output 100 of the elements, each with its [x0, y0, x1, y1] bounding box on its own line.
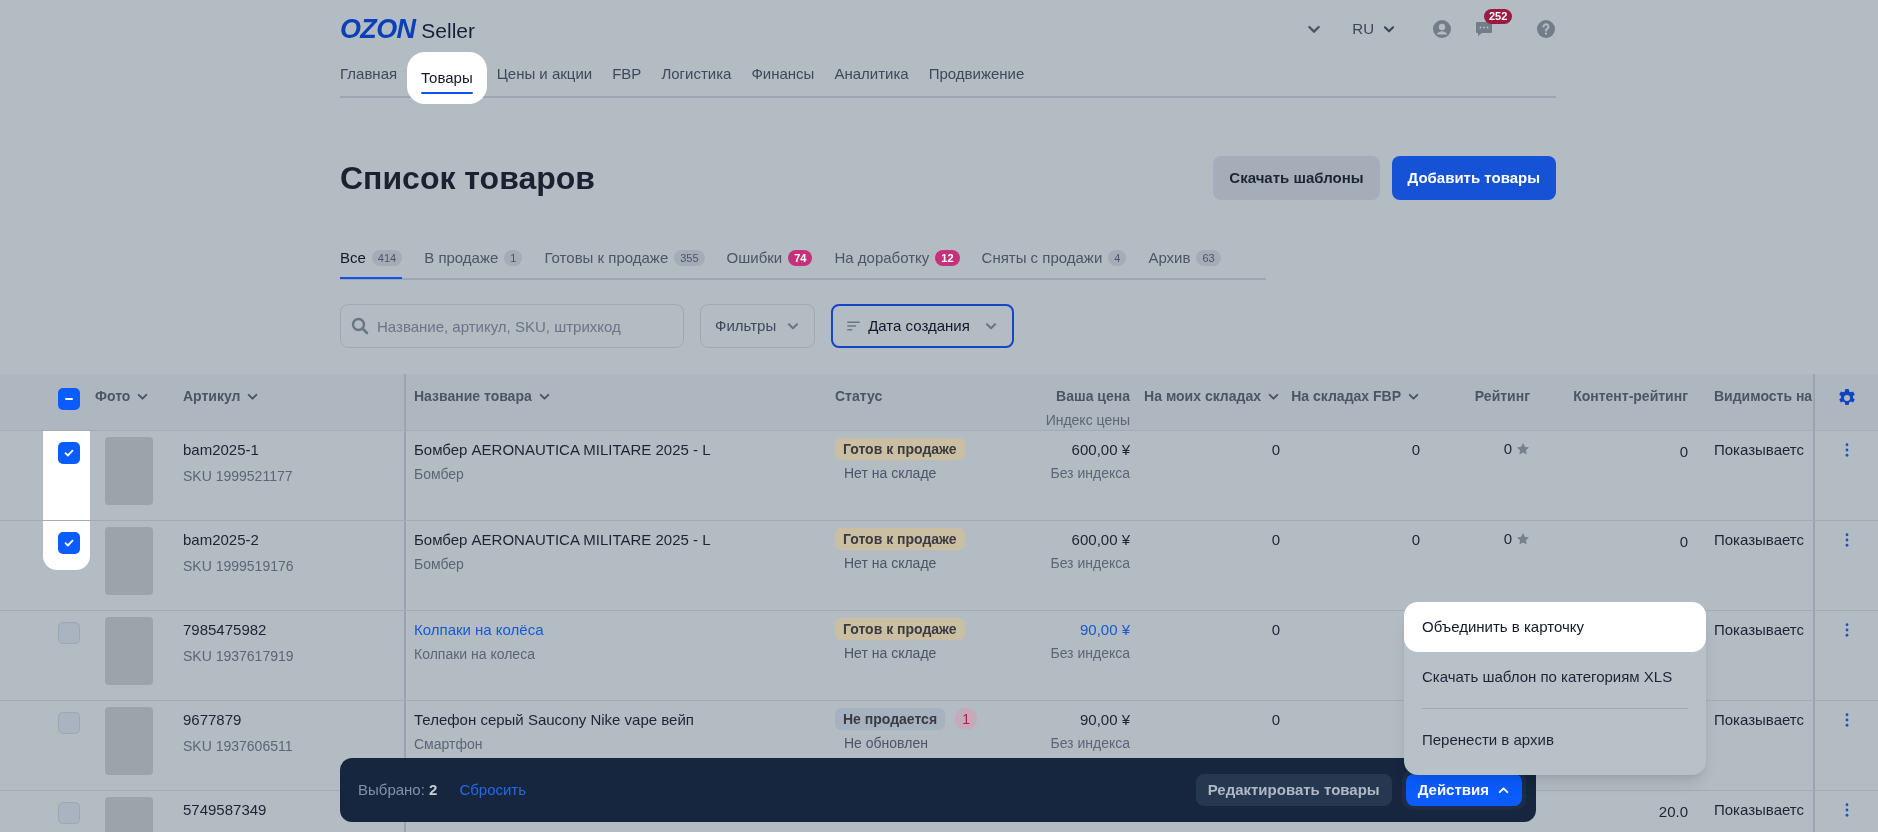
- status-tab[interactable]: Все 414: [340, 239, 403, 279]
- settings-icon[interactable]: [1836, 388, 1857, 408]
- checkbox[interactable]: [58, 532, 80, 554]
- stock-count: 0: [1271, 620, 1280, 640]
- help-icon[interactable]: [1536, 19, 1556, 39]
- menu-item[interactable]: Перенести в архив: [1404, 715, 1706, 765]
- status-tab[interactable]: Готовы к продаже 355: [544, 238, 705, 278]
- count-badge: 355: [674, 250, 705, 266]
- stock-count: 0: [1271, 530, 1280, 550]
- stock-count: 0: [1271, 440, 1280, 460]
- product-name: Телефон серый Saucony Nike vape вейп: [414, 710, 695, 730]
- visibility-text: Показываетс: [1714, 710, 1806, 730]
- status-tab[interactable]: На доработку 12: [834, 238, 960, 278]
- language-selector[interactable]: RU: [1352, 17, 1396, 41]
- status-badge: Готов к продаже: [835, 528, 965, 550]
- more-options-icon[interactable]: [1844, 803, 1849, 817]
- article-text: bam2025-2: [183, 530, 260, 550]
- column-header[interactable]: Видимость на: [1714, 386, 1813, 407]
- actions-button[interactable]: Действия: [1405, 774, 1522, 806]
- search-field[interactable]: Название, артикул, SKU, штрихкод: [340, 304, 684, 348]
- price-text: 600,00 ¥: [1071, 440, 1130, 460]
- user-icon[interactable]: [1432, 19, 1452, 39]
- column-header[interactable]: На моих складах: [1144, 386, 1280, 407]
- menu-item[interactable]: Скачать шаблон по категориям XLS: [1404, 652, 1706, 702]
- status-tab[interactable]: В продаже 1: [424, 238, 523, 278]
- page-title: Список товаров: [340, 159, 596, 198]
- status-badge: Не продается: [835, 708, 946, 730]
- sort-button[interactable]: Дата создания: [831, 304, 1014, 348]
- article-text: 7985475982: [183, 620, 268, 640]
- content-rating-value: 20.0: [1658, 802, 1688, 822]
- product-name: Бомбер AERONAUTICA MILITARE 2025 - L: [414, 440, 712, 460]
- status-tab[interactable]: Архив 63: [1148, 238, 1221, 278]
- column-header[interactable]: Рейтинг: [1474, 386, 1530, 407]
- more-options-icon[interactable]: [1844, 443, 1849, 457]
- sort-icon: [847, 320, 861, 332]
- count-badge: 4: [1108, 250, 1127, 266]
- price-index-text: Без индекса: [1050, 733, 1130, 753]
- download-templates-button[interactable]: Скачать шаблоны: [1213, 156, 1380, 200]
- reset-link[interactable]: Сбросить: [459, 778, 527, 802]
- column-header[interactable]: Название товара: [414, 386, 551, 407]
- column-header[interactable]: На складах FBP: [1291, 386, 1420, 407]
- add-products-button[interactable]: Добавить товары: [1391, 156, 1556, 200]
- stock-count: 0: [1411, 530, 1420, 550]
- notification-badge: 252: [1484, 9, 1513, 24]
- nav-tab[interactable]: Главная: [340, 52, 408, 96]
- nav-tab[interactable]: Логистика: [651, 52, 742, 96]
- article-text: 5749587349: [183, 800, 268, 820]
- nav-tab[interactable]: Цены и акции: [486, 52, 603, 96]
- nav-tab[interactable]: FBP: [602, 52, 652, 96]
- sku-text: SKU 1999521177: [183, 466, 294, 486]
- price-text: 600,00 ¥: [1071, 530, 1130, 550]
- content-rating-value: 0: [1679, 532, 1688, 552]
- article-text: 9677879: [183, 710, 243, 730]
- visibility-text: Показываетс: [1714, 800, 1806, 820]
- price-text: 90,00 ¥: [1079, 620, 1130, 640]
- product-name-link[interactable]: Колпаки на колёса: [414, 619, 822, 642]
- check-icon: [63, 537, 75, 549]
- status-tab[interactable]: Сняты с продажи 4: [981, 238, 1127, 278]
- status-note: Не обновлен: [843, 734, 929, 753]
- visibility-text: Показываетс: [1714, 620, 1806, 640]
- category-text: Бомбер: [414, 554, 465, 574]
- product-name: Бомбер AERONAUTICA MILITARE 2025 - L: [414, 530, 712, 550]
- stock-count: 0: [1271, 710, 1280, 730]
- column-header[interactable]: Ваша цена: [1056, 386, 1130, 407]
- count-badge: 63: [1196, 250, 1221, 266]
- filters-button[interactable]: Фильтры: [700, 304, 816, 348]
- status-tab[interactable]: Ошибки 74: [726, 238, 813, 278]
- chat-icon[interactable]: [1474, 19, 1494, 39]
- sku-text: SKU 1937606511: [183, 736, 294, 756]
- checkbox[interactable]: [58, 442, 80, 464]
- column-header[interactable]: Артикул: [183, 386, 260, 407]
- status-note: Нет на складе: [843, 644, 938, 663]
- column-header[interactable]: Статус: [835, 386, 883, 407]
- nav-tab[interactable]: Финансы: [741, 52, 825, 96]
- nav-tab[interactable]: Товары: [407, 52, 487, 104]
- nav-tab[interactable]: Продвижение: [918, 52, 1035, 96]
- price-text: 90,00 ¥: [1079, 710, 1130, 730]
- more-options-icon[interactable]: [1844, 713, 1849, 727]
- category-text: Бомбер: [414, 464, 465, 484]
- rating-value: 0: [1503, 438, 1512, 459]
- photo-placeholder: [105, 437, 153, 505]
- sku-text: SKU 1999519176: [183, 556, 295, 576]
- column-header[interactable]: Контент-рейтинг: [1573, 386, 1688, 407]
- visibility-text: Показываетс: [1714, 440, 1806, 460]
- count-badge: 12: [935, 250, 960, 266]
- menu-item[interactable]: Объединить в карточку: [1404, 602, 1706, 652]
- nav-tab[interactable]: Аналитика: [824, 52, 919, 96]
- photo-placeholder: [105, 617, 153, 685]
- edit-products-button[interactable]: Редактировать товары: [1195, 774, 1392, 806]
- logo[interactable]: OZON Seller: [340, 8, 475, 50]
- column-header[interactable]: Фото: [95, 386, 150, 407]
- checkbox[interactable]: [58, 388, 80, 410]
- content-rating-value: 0: [1679, 442, 1688, 462]
- rating-value: 0: [1503, 528, 1512, 549]
- star-icon: [1516, 532, 1530, 546]
- more-options-icon[interactable]: [1844, 533, 1849, 547]
- count-badge: 74: [788, 250, 813, 266]
- more-options-icon[interactable]: [1844, 623, 1849, 637]
- check-icon: [63, 447, 75, 459]
- status-badge: Готов к продаже: [835, 618, 965, 640]
